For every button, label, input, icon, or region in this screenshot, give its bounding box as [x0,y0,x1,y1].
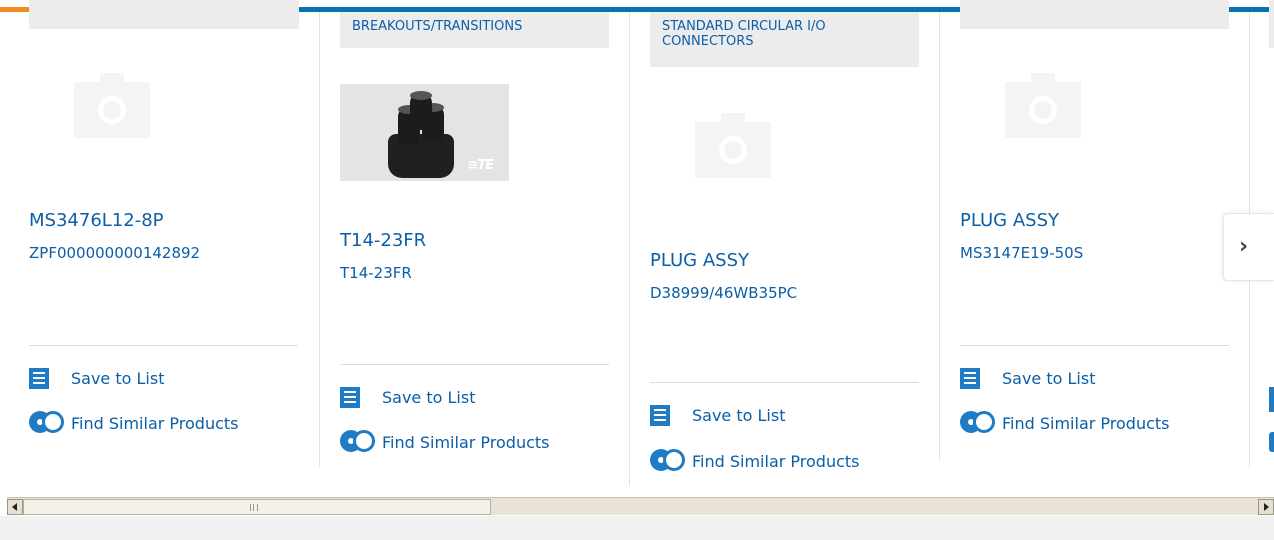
find-similar-button[interactable]: Find Similar Products [650,448,860,474]
gears-icon [29,410,65,436]
find-similar-button[interactable]: Find Similar Products [29,410,239,436]
checklist-icon [340,387,360,408]
gears-icon [650,448,686,474]
scrollbar-thumb[interactable] [23,499,491,515]
gears-icon [960,410,996,436]
camera-placeholder-icon [1005,73,1081,138]
save-to-list-button[interactable]: Save to List [960,368,1095,389]
gears-icon-partial [1269,432,1274,452]
find-similar-label: Find Similar Products [1002,413,1170,433]
camera-placeholder-icon [695,113,771,178]
find-similar-label: Find Similar Products [692,451,860,471]
product-image[interactable]: ≡TE [340,84,509,181]
scroll-left-arrow-icon[interactable] [7,499,23,515]
gears-icon [340,429,376,455]
product-number-link[interactable]: MS3147E19-50S [960,244,1083,262]
carousel-next-button[interactable]: › [1223,213,1274,281]
scroll-right-arrow-icon[interactable] [1258,499,1274,515]
product-title-link[interactable]: PLUG ASSY [960,210,1059,231]
save-to-list-label: Save to List [1002,369,1096,388]
card-divider [960,345,1229,346]
save-to-list-button[interactable]: Save to List [650,405,785,426]
find-similar-label: Find Similar Products [71,413,239,433]
card-divider [340,364,609,365]
card-divider [650,382,919,383]
save-to-list-label: Save to List [692,406,786,425]
te-logo: ≡TE [467,158,494,173]
chevron-right-icon: › [1239,234,1249,259]
category-label [29,0,299,29]
save-to-list-button[interactable]: Save to List [340,387,475,408]
card-separator [939,12,940,460]
product-number-link[interactable]: D38999/46WB35PC [650,284,797,302]
footer-area [0,516,1274,540]
camera-placeholder-icon [74,73,150,138]
find-similar-button[interactable]: Find Similar Products [340,429,550,455]
product-number-link[interactable]: T14-23FR [340,264,412,282]
card-separator [629,12,630,486]
category-label: STANDARD CIRCULAR I/O CONNECTORS [650,12,919,67]
product-number-link[interactable]: ZPF000000000142892 [29,244,200,262]
product-title-link[interactable]: PLUG ASSY [650,250,749,271]
checklist-icon-partial [1269,387,1274,412]
card-divider [29,345,298,346]
checklist-icon [29,368,49,389]
save-to-list-label: Save to List [382,388,476,407]
save-to-list-button[interactable]: Save to List [29,368,164,389]
checklist-icon [960,368,980,389]
card-separator [319,12,320,467]
find-similar-label: Find Similar Products [382,432,550,452]
checklist-icon [650,405,670,426]
horizontal-scrollbar[interactable] [7,497,1274,515]
category-label [960,0,1229,29]
category-label [1269,0,1274,48]
product-title-link[interactable]: T14-23FR [340,230,426,251]
save-to-list-label: Save to List [71,369,165,388]
find-similar-button[interactable]: Find Similar Products [960,410,1170,436]
product-title-link[interactable]: MS3476L12-8P [29,210,164,231]
category-label: BREAKOUTS/TRANSITIONS [340,12,609,48]
